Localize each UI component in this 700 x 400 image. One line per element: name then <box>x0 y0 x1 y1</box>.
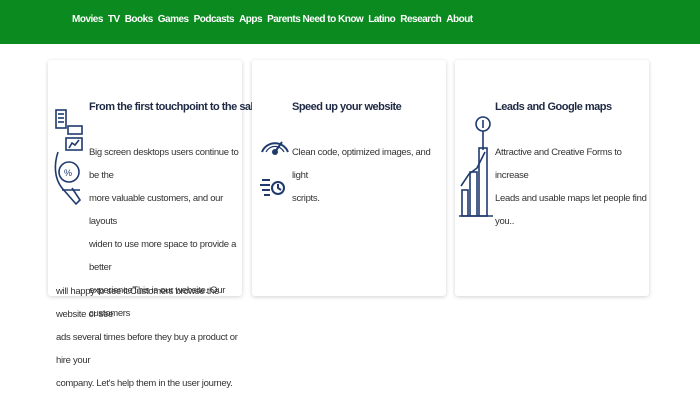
card-text-line: Leads and usable maps let people find yo… <box>495 193 647 227</box>
card-overflow-text: will happy to see it.Customers browse th… <box>56 280 238 395</box>
nav-item-apps[interactable]: Apps <box>239 14 263 26</box>
feature-card-leads: Leads and Google maps Attractive and Cre… <box>455 60 649 296</box>
card-text-line: widen to use more space to provide a bet… <box>89 239 237 273</box>
card-text-line: will happy to see it.Customers browse th… <box>56 286 220 320</box>
nav-menu: Movies TV Books Games Podcasts Apps Pare… <box>72 14 473 26</box>
nav-item-parents-need-to-know[interactable]: Parents Need to Know <box>267 14 364 26</box>
card-text-line: ads several times before they buy a prod… <box>56 332 238 366</box>
feature-card-speed: Speed up your website Clean code, optimi… <box>252 60 446 296</box>
nav-item-podcasts[interactable]: Podcasts <box>194 14 235 26</box>
card-title: Leads and Google maps <box>495 101 612 113</box>
card-title: Speed up your website <box>292 101 402 113</box>
nav-item-research[interactable]: Research <box>400 14 442 26</box>
card-text-line: Clean code, optimized images, and light <box>292 147 431 181</box>
analytics-person-icon: % <box>54 109 83 206</box>
nav-item-books[interactable]: Books <box>125 14 154 26</box>
nav-item-tv[interactable]: TV <box>108 14 120 26</box>
card-text: Attractive and Creative Forms to increas… <box>495 141 647 233</box>
nav-item-latino[interactable]: Latino <box>368 14 396 26</box>
card-text-line: Attractive and Creative Forms to increas… <box>495 147 622 181</box>
speedometer-icon <box>260 141 289 196</box>
card-text-line: more valuable customers, and our layouts <box>89 193 224 227</box>
card-title: From the first touchpoint to the sale <box>89 101 259 113</box>
card-text-line: scripts. <box>292 193 320 204</box>
nav-item-movies[interactable]: Movies <box>72 14 103 26</box>
nav-item-about[interactable]: About <box>446 14 473 26</box>
card-text-line: Big screen desktops users continue to be… <box>89 147 239 181</box>
feature-card-touchpoint: % From the first touchpoint to the sale … <box>48 60 259 319</box>
card-text-line: company. Let's help them in the user jou… <box>56 378 233 389</box>
svg-text:%: % <box>64 168 72 178</box>
card-text: Clean code, optimized images, and light … <box>292 141 444 210</box>
growth-chart-icon <box>459 116 493 217</box>
nav-item-games[interactable]: Games <box>158 14 189 26</box>
top-nav-bar: Movies TV Books Games Podcasts Apps Pare… <box>0 0 700 44</box>
